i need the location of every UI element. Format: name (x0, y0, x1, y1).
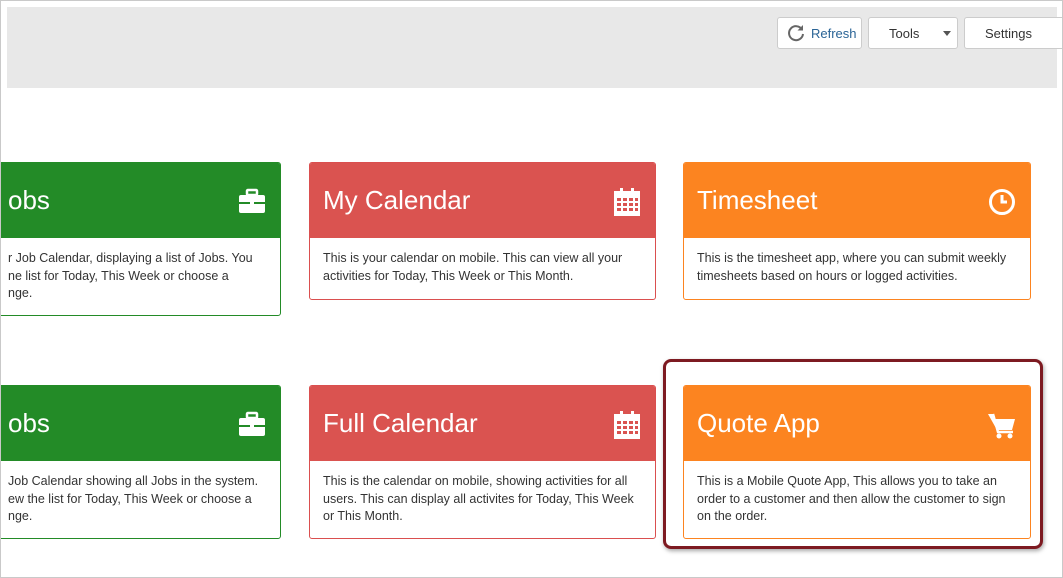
tile-description: This is the timesheet app, where you can… (697, 251, 1007, 283)
tile-title: obs (8, 185, 50, 215)
tile-header: obs (1, 163, 280, 238)
settings-button[interactable]: Settings (964, 17, 1062, 49)
app-frame: Refresh Tools Settings obs r Job Calenda… (0, 0, 1063, 578)
clock-icon (989, 189, 1015, 215)
tile-description: r Job Calendar, displaying a list of Job… (8, 251, 253, 300)
briefcase-icon (239, 411, 265, 436)
tile-header: Full Calendar (310, 386, 655, 461)
tile-description: Job Calendar showing all Jobs in the sys… (8, 474, 259, 523)
tile-my-calendar[interactable]: My Calendar This is your calendar on mob… (309, 162, 656, 300)
highlight-annotation (663, 359, 1043, 549)
tile-header: My Calendar (310, 163, 655, 238)
tile-title: obs (8, 408, 50, 438)
settings-label: Settings (985, 25, 1032, 41)
calendar-icon (614, 411, 640, 439)
tools-dropdown-button[interactable]: Tools (868, 17, 958, 49)
tile-all-jobs[interactable]: obs Job Calendar showing all Jobs in the… (1, 385, 281, 539)
tile-jobs[interactable]: obs r Job Calendar, displaying a list of… (1, 162, 281, 316)
tile-full-calendar[interactable]: Full Calendar This is the calendar on mo… (309, 385, 656, 539)
refresh-icon (788, 25, 804, 42)
tools-label: Tools (889, 25, 920, 41)
tile-description: This is the calendar on mobile, showing … (323, 474, 634, 523)
calendar-icon (614, 188, 640, 216)
tile-header: obs (1, 386, 280, 461)
tile-title: Full Calendar (323, 408, 478, 438)
tile-title: Timesheet (697, 185, 818, 215)
refresh-label: Refresh (811, 25, 857, 41)
tile-title: My Calendar (323, 185, 471, 215)
tile-description: This is your calendar on mobile. This ca… (323, 251, 623, 283)
briefcase-icon (239, 188, 265, 213)
tile-header: Timesheet (684, 163, 1030, 238)
toolbar: Refresh Tools Settings (7, 7, 1062, 88)
chevron-down-icon (943, 31, 951, 36)
refresh-button[interactable]: Refresh (777, 17, 862, 49)
tile-timesheet[interactable]: Timesheet This is the timesheet app, whe… (683, 162, 1031, 300)
